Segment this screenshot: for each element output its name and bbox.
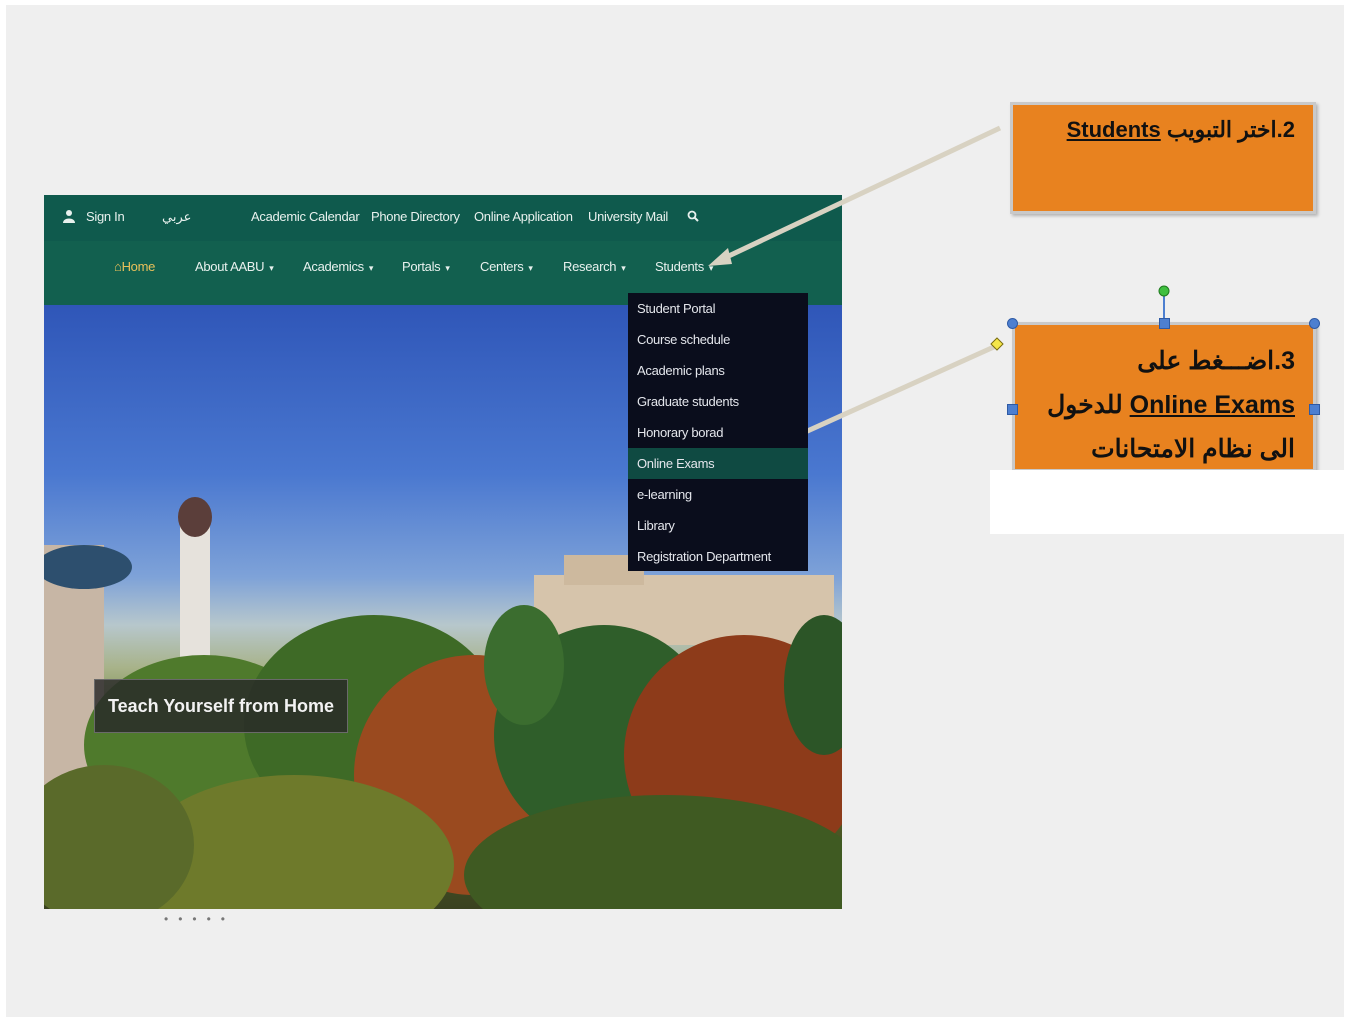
callout-step-2: 2.اختر التبويب Students: [1010, 102, 1316, 214]
home-icon: ⌂: [114, 259, 122, 274]
students-dropdown-menu: Student Portal Course schedule Academic …: [628, 293, 808, 571]
website-screenshot: Sign In عربي Academic Calendar Phone Dir…: [44, 195, 842, 909]
menu-item-graduate-students[interactable]: Graduate students: [628, 386, 808, 417]
resize-handle-icon[interactable]: [1007, 404, 1018, 415]
callout-step-2-text: 2.اختر التبويب: [1160, 117, 1295, 142]
menu-item-student-portal[interactable]: Student Portal: [628, 293, 808, 324]
chevron-down-icon: ▾: [621, 263, 626, 273]
menu-item-e-learning[interactable]: e-learning: [628, 479, 808, 510]
callout-step-3-line3: الى نظام الامتحانات: [1091, 435, 1295, 463]
nav-students-label: Students: [655, 259, 704, 274]
search-icon[interactable]: [687, 210, 699, 225]
arabic-language-link[interactable]: عربي: [162, 209, 192, 225]
resize-handle-icon[interactable]: [1309, 404, 1320, 415]
nav-portals[interactable]: Portals ▾: [402, 259, 450, 274]
menu-item-library[interactable]: Library: [628, 510, 808, 541]
sign-in-link[interactable]: Sign In: [86, 209, 125, 224]
hero-caption: Teach Yourself from Home: [94, 679, 348, 733]
nav-portals-label: Portals: [402, 259, 441, 274]
nav-about[interactable]: About AABU ▾: [195, 259, 274, 274]
nav-home[interactable]: ⌂Home: [114, 259, 155, 274]
resize-handle-icon[interactable]: [1007, 318, 1018, 329]
online-application-link[interactable]: Online Application: [474, 209, 573, 224]
nav-academics[interactable]: Academics ▾: [303, 259, 373, 274]
callout-step-3-link-text: Online Exams: [1129, 391, 1295, 419]
nav-academics-label: Academics: [303, 259, 364, 274]
chevron-down-icon: ▾: [368, 263, 374, 273]
callout-step-2-link-text: Students: [1066, 117, 1161, 142]
user-icon: [62, 209, 76, 226]
chevron-down-icon: ▾: [269, 263, 274, 273]
nav-centers-label: Centers: [480, 259, 524, 274]
menu-item-registration-department[interactable]: Registration Department: [628, 541, 808, 572]
phone-directory-link[interactable]: Phone Directory: [371, 209, 460, 224]
callout-step-3-line1: 3.اضـــغط على: [1137, 347, 1295, 375]
menu-item-course-schedule[interactable]: Course schedule: [628, 324, 808, 355]
nav-students[interactable]: Students ▾: [655, 259, 713, 274]
resize-handle-icon[interactable]: [1309, 318, 1320, 329]
nav-research[interactable]: Research ▾: [563, 259, 626, 274]
nav-research-label: Research: [563, 259, 617, 274]
chevron-down-icon: ▾: [708, 263, 714, 273]
chevron-down-icon: ▾: [445, 263, 450, 273]
nav-about-label: About AABU: [195, 259, 265, 274]
resize-handle-icon[interactable]: [1159, 318, 1170, 329]
menu-item-academic-plans[interactable]: Academic plans: [628, 355, 808, 386]
blank-overlay: [990, 470, 1344, 534]
university-mail-link[interactable]: University Mail: [588, 209, 668, 224]
callout-step-3-suffix: للدخول: [1047, 391, 1130, 419]
nav-home-label: Home: [121, 259, 156, 274]
top-bar: Sign In عربي Academic Calendar Phone Dir…: [44, 195, 842, 241]
chevron-down-icon: ▾: [528, 263, 533, 273]
menu-item-online-exams[interactable]: Online Exams: [628, 448, 808, 479]
callout-step-3: 3.اضـــغط على Online Exams للدخول الى نظ…: [1012, 322, 1316, 472]
menu-item-honorary-board[interactable]: Honorary borad: [628, 417, 808, 448]
carousel-indicators[interactable]: •••••: [164, 912, 235, 926]
academic-calendar-link[interactable]: Academic Calendar: [251, 209, 360, 224]
nav-centers[interactable]: Centers ▾: [480, 259, 533, 274]
